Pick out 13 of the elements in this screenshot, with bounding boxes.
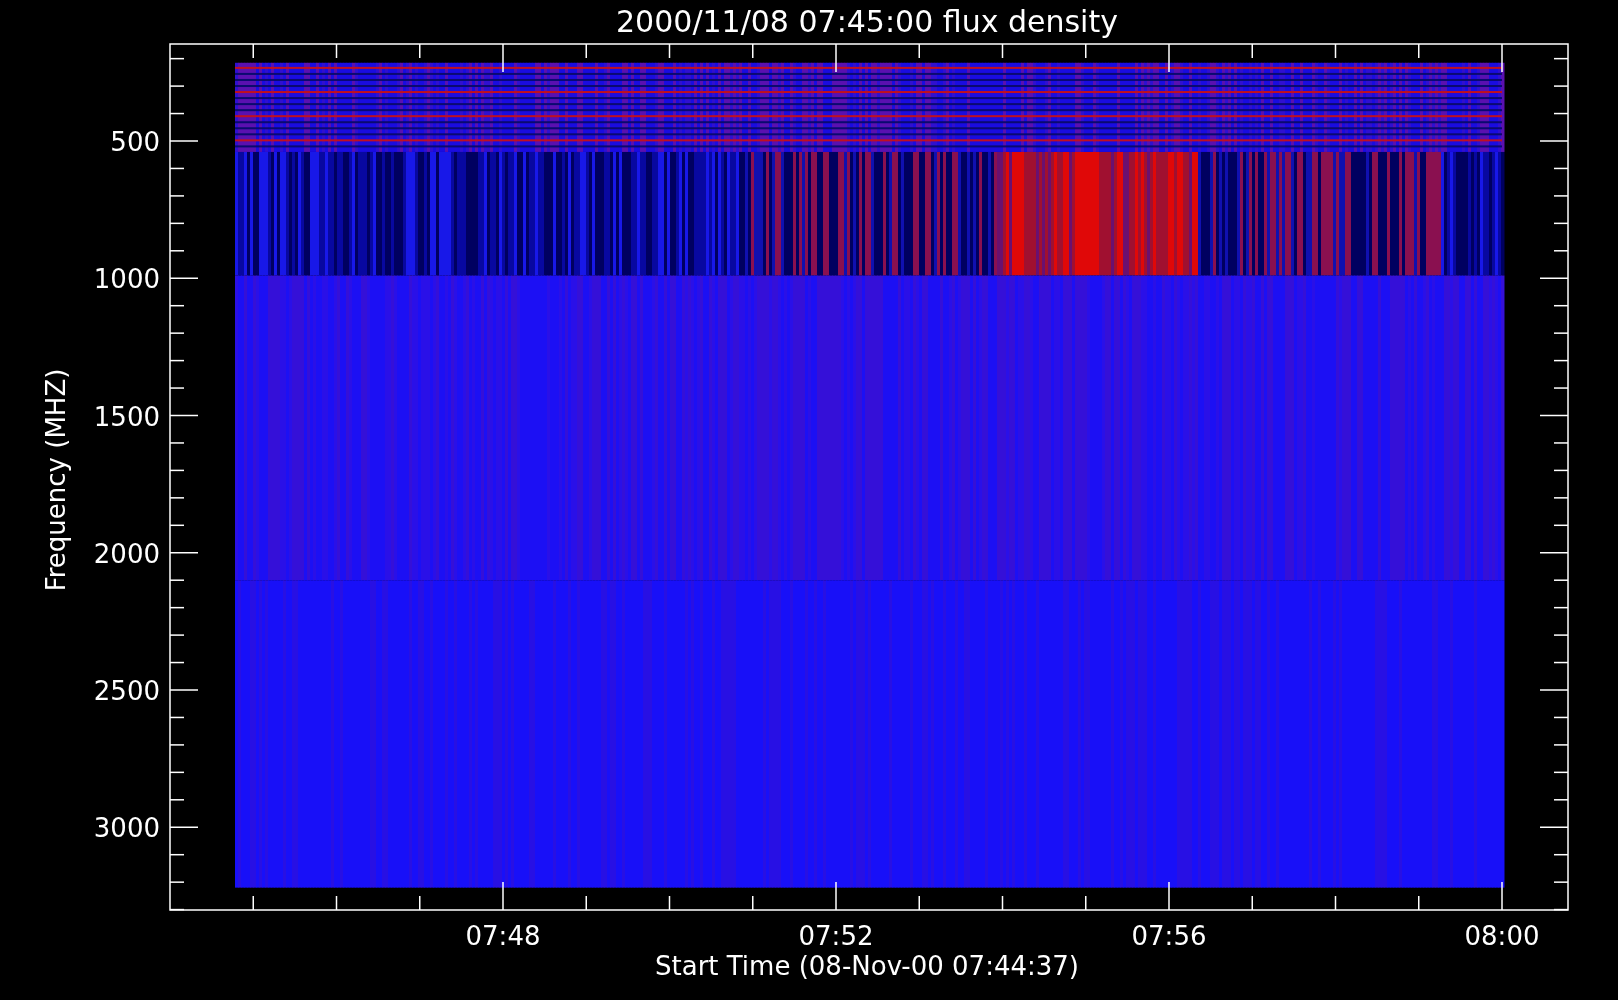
y-tick-label: 1000 [93,264,160,295]
x-tick-label: 08:00 [1464,921,1540,951]
y-tick-label: 1500 [93,401,160,432]
x-tick-label: 07:56 [1131,921,1207,951]
y-tick-label: 2500 [93,676,160,706]
x-axis-label: Start Time (08-Nov-00 07:44:37) [655,951,1079,981]
x-tick-label: 07:52 [798,921,874,951]
y-axis-label: Frequency (MHZ) [41,368,71,592]
y-tick-label: 3000 [93,813,160,844]
y-tick-label: 500 [110,127,160,157]
plot-title: 2000/11/08 07:45:00 flux density [616,4,1118,39]
y-tick-label: 2000 [93,538,160,569]
x-tick-label: 07:48 [465,921,541,951]
